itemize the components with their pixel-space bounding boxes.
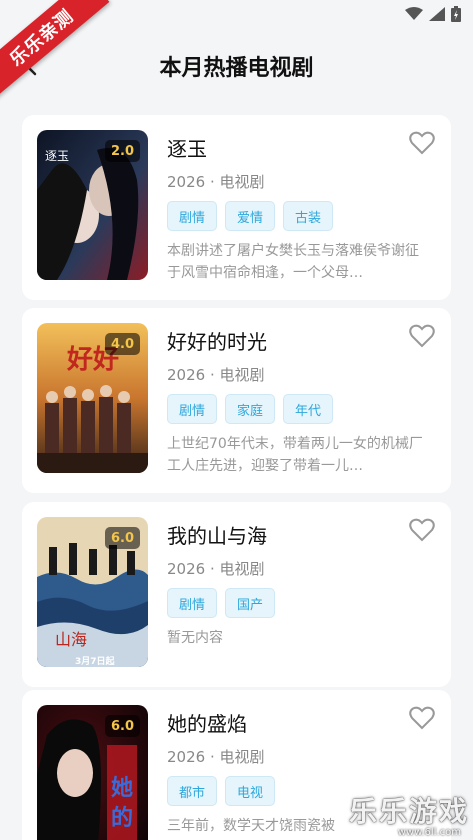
drama-title[interactable]: 好好的时光 [167, 326, 267, 355]
drama-card[interactable]: 山海 3月7日起 6.0 我的山与海 2026 · 电视剧 剧情 国产 暂无内容 [22, 502, 451, 687]
poster-image: 她 的 6.0 [37, 705, 148, 840]
watermark-url: www.6ll.com [397, 827, 461, 838]
poster-caption: 3月7日起 [75, 655, 116, 667]
signal-icon [429, 7, 445, 21]
drama-title[interactable]: 我的山与海 [167, 520, 267, 549]
drama-meta: 2026 · 电视剧 [167, 748, 265, 766]
svg-text:的: 的 [111, 805, 133, 831]
genre-tag: 家庭 [225, 394, 276, 424]
genre-tag: 都市 [167, 776, 218, 806]
rating-badge: 2.0 [104, 140, 140, 162]
drama-description: 上世纪70年代末，带着两儿一女的机械厂工人庄先进，迎娶了带着一儿… [167, 436, 423, 474]
poster-image: 山海 3月7日起 6.0 [37, 517, 148, 667]
drama-description: 暂无内容 [167, 630, 223, 646]
drama-card[interactable]: 好好 4.0 好好的时光 2026 · 电视剧 剧情 家庭 年代 上世纪70年代… [22, 308, 451, 493]
drama-meta: 2026 · 电视剧 [167, 366, 265, 384]
drama-title[interactable]: 她的盛焰 [167, 708, 247, 737]
genre-tag: 爱情 [225, 201, 276, 231]
favorite-heart-icon[interactable] [409, 324, 435, 348]
drama-card[interactable]: 逐玉 2.0 逐玉 2026 · 电视剧 剧情 爱情 古装 本剧讲述了屠户女樊长… [22, 115, 451, 300]
genre-tag: 古装 [283, 201, 334, 231]
drama-description: 本剧讲述了屠户女樊长玉与落难侯爷谢征于风雪中宿命相逢，一个父母… [167, 243, 419, 281]
genre-tag: 剧情 [167, 394, 218, 424]
genre-tag: 剧情 [167, 201, 218, 231]
header: 本月热播电视剧 [0, 40, 473, 92]
wifi-icon [405, 7, 423, 20]
watermark-logo: 乐乐游戏 [348, 795, 469, 828]
rating-badge: 4.0 [104, 333, 140, 355]
favorite-heart-icon[interactable] [409, 706, 435, 730]
genre-tag: 电视 [225, 776, 276, 806]
rating-badge: 6.0 [104, 715, 140, 737]
rating-badge: 6.0 [104, 527, 140, 549]
favorite-heart-icon[interactable] [409, 518, 435, 542]
page-title: 本月热播电视剧 [159, 56, 314, 81]
genre-tag: 国产 [225, 588, 276, 618]
poster-image: 逐玉 2.0 [37, 130, 148, 280]
battery-icon [451, 6, 461, 22]
svg-text:她: 她 [111, 775, 133, 801]
genre-tag: 年代 [283, 394, 334, 424]
poster-image: 好好 4.0 [37, 323, 148, 473]
genre-tag: 剧情 [167, 588, 218, 618]
favorite-heart-icon[interactable] [409, 131, 435, 155]
drama-meta: 2026 · 电视剧 [167, 173, 265, 191]
svg-text:山海: 山海 [55, 630, 87, 649]
svg-text:逐玉: 逐玉 [45, 149, 69, 163]
drama-meta: 2026 · 电视剧 [167, 560, 265, 578]
drama-title[interactable]: 逐玉 [167, 133, 207, 162]
